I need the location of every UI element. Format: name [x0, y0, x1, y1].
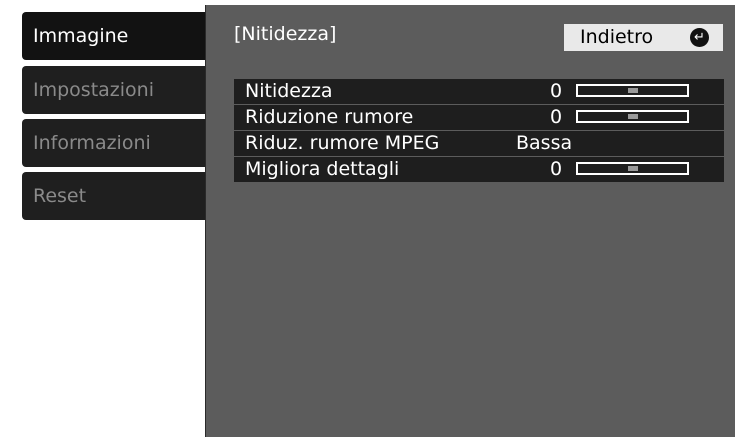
sidebar-item-reset[interactable]: Reset — [22, 172, 205, 220]
setting-label: Riduzione rumore — [245, 106, 414, 128]
setting-value: 0 — [550, 158, 563, 180]
setting-slider[interactable] — [576, 162, 689, 175]
setting-label: Riduz. rumore MPEG — [245, 132, 440, 154]
setting-value: 0 — [550, 106, 563, 128]
setting-row-riduz-rumore-mpeg[interactable]: Riduz. rumore MPEG Bassa — [234, 131, 724, 156]
sidebar-item-immagine[interactable]: Immagine — [22, 12, 205, 60]
settings-panel: [Nitidezza] Indietro ↵ Nitidezza 0 Riduz… — [205, 5, 735, 437]
enter-icon: ↵ — [690, 28, 709, 47]
setting-row-migliora-dettagli[interactable]: Migliora dettagli 0 — [234, 157, 724, 182]
panel-title: [Nitidezza] — [234, 23, 337, 45]
setting-slider[interactable] — [576, 84, 689, 97]
back-button-label: Indietro — [580, 26, 654, 48]
sidebar-item-informazioni[interactable]: Informazioni — [22, 119, 205, 167]
slider-knob[interactable] — [628, 88, 638, 93]
setting-value: 0 — [550, 80, 563, 102]
setting-label: Migliora dettagli — [245, 158, 400, 180]
setting-slider[interactable] — [576, 110, 689, 123]
setting-row-nitidezza[interactable]: Nitidezza 0 — [234, 79, 724, 104]
setting-label: Nitidezza — [245, 80, 333, 102]
settings-list: Nitidezza 0 Riduzione rumore 0 Riduz. ru… — [234, 79, 724, 183]
slider-knob[interactable] — [628, 166, 638, 171]
back-button[interactable]: Indietro ↵ — [564, 24, 723, 51]
sidebar-menu: Immagine Impostazioni Informazioni Reset — [0, 0, 205, 437]
sidebar-item-impostazioni[interactable]: Impostazioni — [22, 66, 205, 114]
setting-row-riduzione-rumore[interactable]: Riduzione rumore 0 — [234, 105, 724, 130]
slider-knob[interactable] — [628, 114, 638, 119]
setting-value: Bassa — [516, 132, 573, 154]
